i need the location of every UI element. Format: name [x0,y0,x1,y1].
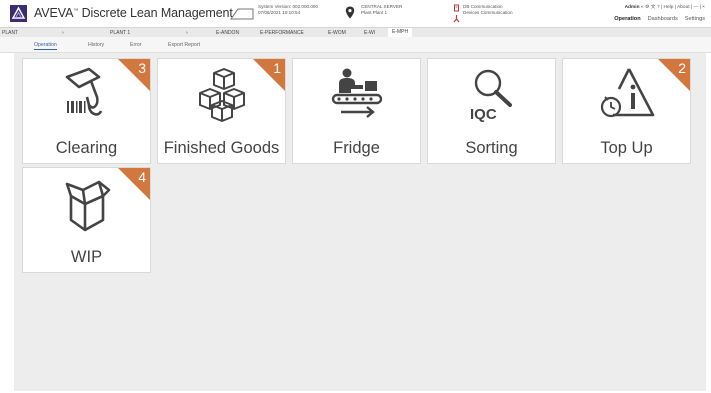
devices-communication-text: Devices Communication [463,10,513,15]
sub-tabs: Operation History Error Export Report [0,37,711,53]
aveva-logo-icon [10,5,27,22]
nav-dashboards[interactable]: Dashboards [648,16,678,22]
tile-label: Sorting [465,139,518,157]
module-e-performance[interactable]: E-PERFORMANCE [260,30,304,36]
tile-wip[interactable]: 4 WIP [22,167,151,273]
server-info: CENTRAL SERVER Plant Plant 1 [361,4,402,16]
barcode-scanner-icon [65,67,103,116]
tile-clearing[interactable]: 3 Clearing [22,58,151,164]
user-name[interactable]: Admin [625,5,640,10]
app-header: AVEVA™ Discrete Lean Management System V… [0,0,711,28]
module-e-mph[interactable]: E-MPH [388,28,413,37]
communication-status: DB Communication Devices Communication [463,4,513,16]
conveyor-worker-icon [331,68,383,118]
main-navigation: Operation Dashboards Settings [614,16,705,22]
language-icon[interactable]: 文 [651,5,656,10]
module-navbar: PLANT › PLANT 1 › E-ANDON E-PERFORMANCE … [0,28,711,37]
system-version-icon [230,8,254,20]
module-e-wi[interactable]: E-WI [364,30,375,36]
module-chevron-icon: › [186,29,188,36]
operation-tiles-area: 3 Clearing 1 Finished Goods Fridge IQC S… [14,53,706,391]
badge-count: 1 [273,60,281,76]
app-name-brand: AVEVA [34,6,74,20]
timer-alert-icon [600,68,655,118]
tile-label: Clearing [55,139,118,157]
tile-finished-goods[interactable]: 1 Finished Goods [157,58,286,164]
iqc-magnifier-icon: IQC [470,69,512,123]
subtab-history[interactable]: History [88,42,104,48]
user-icon[interactable]: ◐ [641,5,644,10]
location-pin-icon [345,6,355,19]
iqc-label: IQC [470,106,497,123]
plant-dropdown-icon[interactable]: › [62,30,64,36]
nav-settings[interactable]: Settings [685,16,705,22]
subtab-export-report[interactable]: Export Report [168,42,200,48]
badge-count: 3 [138,60,146,76]
badge-count: 2 [678,60,686,76]
window-controls[interactable]: ? | Help | About | — | × [657,5,705,10]
user-toolbar: Admin ◐ ⚙ 文 ? | Help | About | — | × [625,3,705,10]
module-e-wom[interactable]: E-WOM [328,30,346,36]
plant-label: PLANT [2,29,19,36]
communication-status-icon [453,4,460,23]
app-title: AVEVA™ Discrete Lean Management [34,6,233,20]
tile-label: Top Up [600,139,653,157]
tile-label: Fridge [333,139,380,157]
module-e-andon[interactable]: E-ANDON [216,30,239,36]
boxes-icon [199,68,245,122]
plant-selector[interactable]: PLANT 1 [110,30,130,36]
tile-fridge[interactable]: Fridge [292,58,421,164]
tile-label: Finished Goods [163,139,280,157]
system-version-info: System Version: 002.000.000 07/06/2021 1… [258,4,318,16]
tile-top-up[interactable]: 2 Top Up [562,58,691,164]
server-plant-text: Plant Plant 1 [361,10,388,15]
tile-label: WIP [70,248,103,266]
nav-operation[interactable]: Operation [614,16,640,22]
settings-gear-icon[interactable]: ⚙ [645,5,649,10]
tile-sorting[interactable]: IQC Sorting [427,58,556,164]
subtab-operation[interactable]: Operation [34,42,57,50]
open-box-icon [65,180,111,232]
app-name-product: Discrete Lean Management [81,6,233,20]
subtab-error[interactable]: Error [130,42,142,48]
badge-count: 4 [138,169,146,185]
system-date-text: 07/06/2021 10:10:54 [258,10,301,15]
